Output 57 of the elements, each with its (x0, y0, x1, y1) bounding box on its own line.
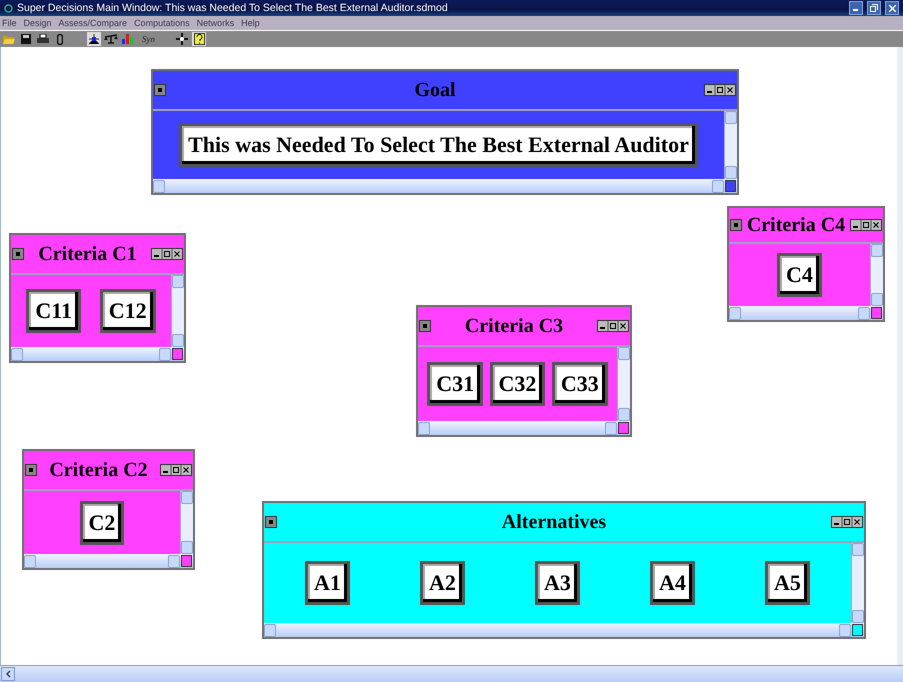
vertical-scrollbar[interactable] (724, 111, 737, 179)
node[interactable]: C11 (26, 289, 82, 333)
cluster-menu-icon[interactable] (154, 84, 166, 96)
vertical-scrollbar[interactable] (851, 543, 864, 623)
node[interactable]: A4 (650, 561, 695, 605)
cluster-title: Criteria C1 (37, 242, 138, 266)
cluster-title: Criteria C4 (746, 214, 846, 236)
node[interactable]: C33 (552, 362, 608, 406)
cluster-title: Goal (413, 78, 457, 102)
menu-item[interactable]: Design (24, 18, 52, 28)
vertical-scrollbar[interactable] (171, 275, 184, 347)
cluster-title: Criteria C2 (48, 458, 149, 482)
save-icon[interactable] (19, 32, 33, 46)
menu-item[interactable]: File (2, 18, 17, 28)
window-controls-icon[interactable] (151, 248, 183, 260)
node[interactable]: C31 (427, 362, 484, 406)
node[interactable]: A1 (305, 561, 350, 605)
cluster-title: Alternatives (500, 510, 608, 534)
menu-item[interactable]: Help (241, 18, 260, 28)
crosshair-icon[interactable] (175, 32, 189, 46)
node[interactable]: C4 (777, 253, 822, 297)
cluster-menu-icon[interactable] (25, 464, 37, 476)
restore-icon[interactable] (867, 1, 881, 15)
print-icon[interactable] (36, 32, 50, 46)
scale-icon[interactable] (104, 32, 118, 46)
node[interactable]: A5 (765, 561, 810, 605)
vertical-scrollbar[interactable] (180, 491, 193, 554)
node[interactable]: A3 (535, 561, 580, 605)
window-controls-icon[interactable] (831, 516, 863, 528)
node[interactable]: C12 (100, 289, 156, 333)
node[interactable]: C32 (490, 362, 546, 406)
window-title: Super Decisions Main Window: This was Needed To Select The Best External Auditor.sdmod (17, 2, 449, 14)
node[interactable]: This was Needed To Select The Best External Auditor (179, 123, 698, 167)
cluster-menu-icon[interactable] (730, 219, 742, 231)
window-controls-icon[interactable] (704, 84, 736, 96)
scroll-left-icon[interactable] (1, 667, 15, 681)
vertical-scrollbar[interactable] (617, 347, 630, 421)
menu-item[interactable]: Computations (134, 18, 190, 28)
node[interactable]: C2 (80, 500, 124, 544)
close-icon[interactable] (885, 1, 899, 15)
cluster-menu-icon[interactable] (419, 320, 431, 332)
node[interactable]: A2 (420, 561, 465, 605)
menu-item[interactable]: Networks (196, 18, 234, 28)
window-controls-icon[interactable] (850, 219, 882, 231)
vertical-scrollbar[interactable] (870, 244, 883, 306)
cluster-menu-icon[interactable] (265, 516, 277, 528)
cluster-title: Criteria C3 (464, 314, 564, 338)
network-icon[interactable] (87, 32, 101, 46)
minimize-icon[interactable] (849, 1, 863, 15)
synthesis-tool[interactable]: Syn (142, 34, 155, 44)
window-controls-icon[interactable] (160, 464, 192, 476)
help-icon[interactable] (192, 32, 206, 46)
window-controls-icon[interactable] (597, 320, 629, 332)
menu-item[interactable]: Assess/Compare (58, 18, 128, 28)
cluster-menu-icon[interactable] (12, 248, 24, 260)
app-icon (4, 4, 13, 12)
bar-chart-icon[interactable] (121, 32, 135, 46)
